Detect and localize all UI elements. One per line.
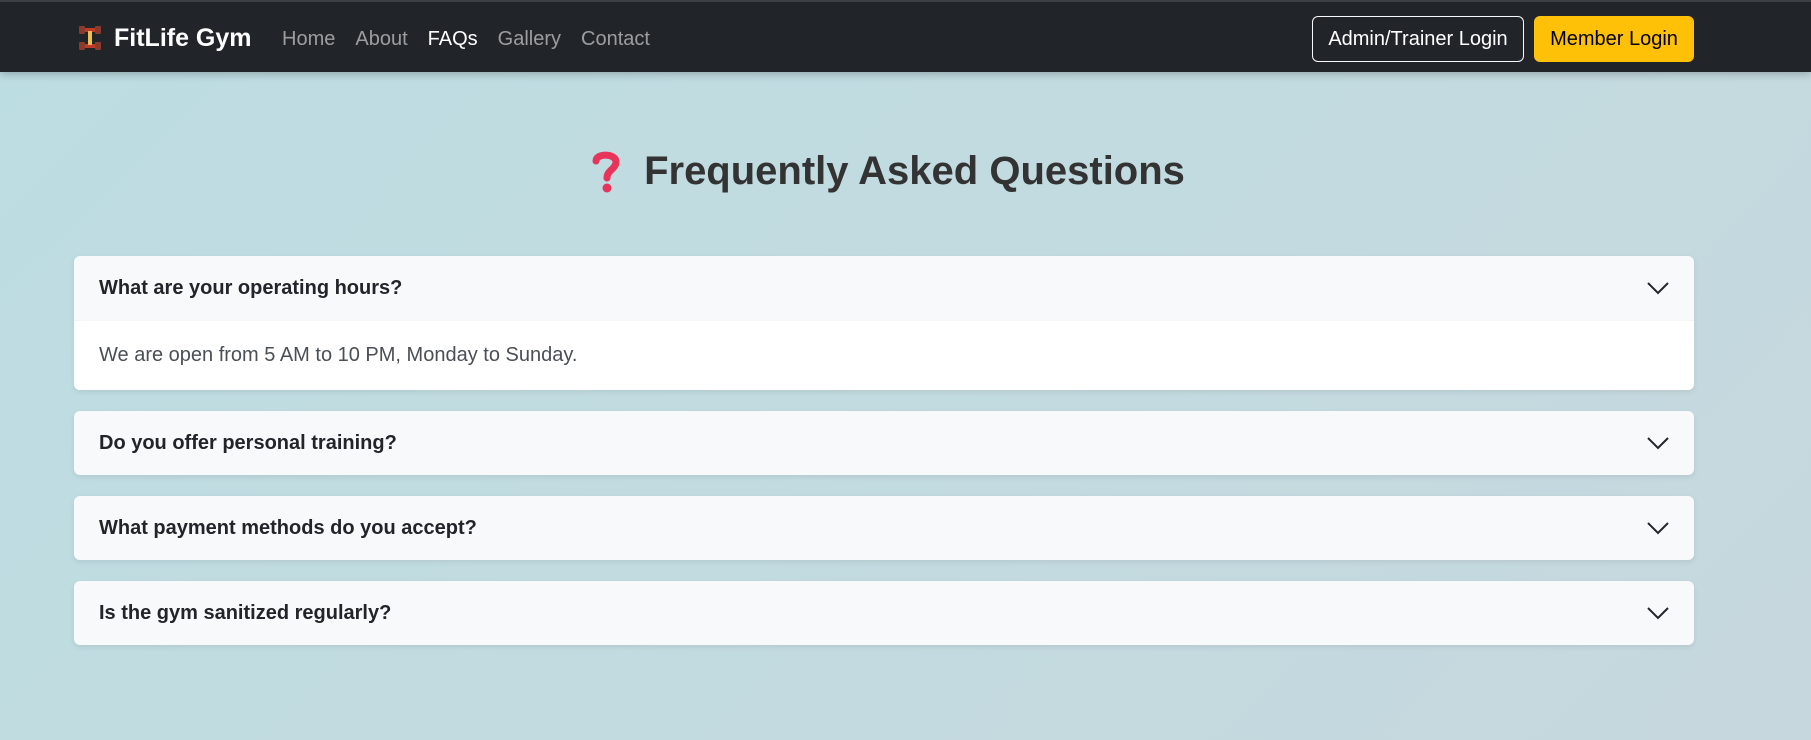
faq-question: Do you offer personal training?	[99, 431, 397, 454]
page-title: Frequently Asked Questions	[0, 144, 1771, 198]
faq-toggle[interactable]: What payment methods do you accept?	[74, 496, 1694, 560]
faq-answer-panel: We are open from 5 AM to 10 PM, Monday t…	[74, 320, 1694, 390]
nav-link-gallery[interactable]: Gallery	[498, 28, 561, 51]
nav-link-home[interactable]: Home	[282, 28, 335, 51]
faq-item-payment-methods: What payment methods do you accept?	[74, 496, 1694, 560]
faq-question: What payment methods do you accept?	[99, 516, 477, 539]
faq-item-sanitized: Is the gym sanitized regularly?	[74, 581, 1694, 645]
faq-toggle[interactable]: What are your operating hours?	[74, 256, 1694, 320]
dumbbell-icon	[76, 24, 104, 52]
brand-link[interactable]: FitLife Gym	[76, 20, 252, 56]
faq-item-operating-hours: What are your operating hours? We are op…	[74, 256, 1694, 390]
page-title-text: Frequently Asked Questions	[644, 148, 1185, 193]
chevron-down-icon	[1646, 516, 1670, 540]
chevron-up-icon	[1646, 276, 1670, 300]
faq-toggle[interactable]: Do you offer personal training?	[74, 411, 1694, 475]
faq-item-personal-training: Do you offer personal training?	[74, 411, 1694, 475]
nav-link-contact[interactable]: Contact	[581, 28, 650, 51]
chevron-down-icon	[1646, 431, 1670, 455]
nav-link-faqs[interactable]: FAQs	[428, 28, 478, 51]
faq-toggle[interactable]: Is the gym sanitized regularly?	[74, 581, 1694, 645]
navbar: FitLife Gym Home About FAQs Gallery Cont…	[0, 0, 1811, 72]
main-nav: Home About FAQs Gallery Contact	[282, 24, 650, 54]
question-mark-icon	[586, 147, 626, 195]
nav-link-about[interactable]: About	[355, 28, 407, 51]
faq-answer: We are open from 5 AM to 10 PM, Monday t…	[99, 344, 578, 366]
admin-trainer-login-button[interactable]: Admin/Trainer Login	[1312, 16, 1524, 62]
faq-question: Is the gym sanitized regularly?	[99, 601, 392, 624]
faq-question: What are your operating hours?	[99, 276, 403, 299]
brand-name: FitLife Gym	[114, 23, 252, 52]
chevron-down-icon	[1646, 601, 1670, 625]
member-login-button[interactable]: Member Login	[1534, 16, 1694, 62]
